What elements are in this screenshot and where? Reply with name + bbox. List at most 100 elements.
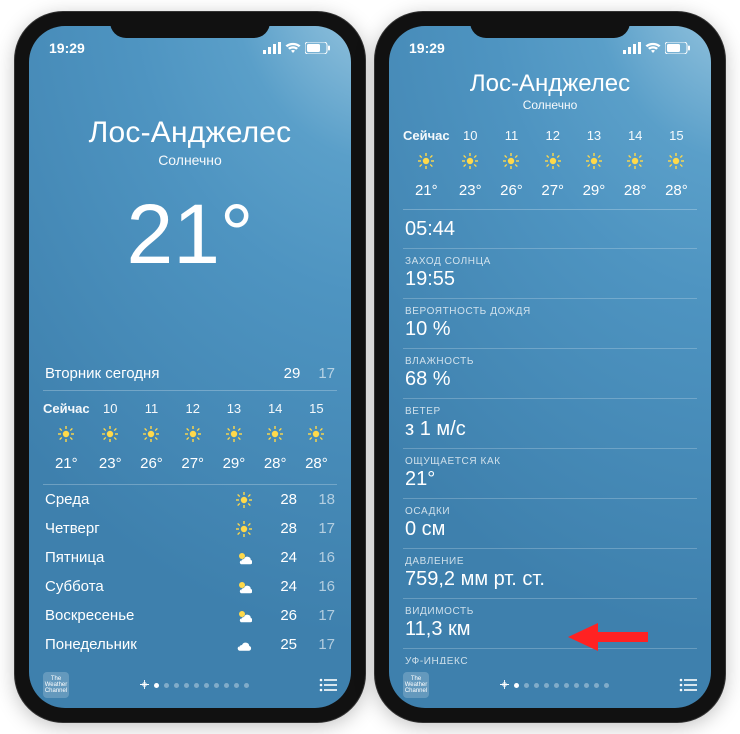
detail-value: 10 % xyxy=(405,318,695,341)
day-name: Понедельник xyxy=(45,636,225,653)
daily-forecast[interactable]: Среда 28 18Четверг 28 17Пятница 24 16Суб… xyxy=(43,485,337,664)
weather-screen-details[interactable]: 19:29 Лос-Анджелес Солнечно Сейчас 21°10… xyxy=(389,26,711,708)
hour-label: 11 xyxy=(505,128,519,143)
weather-channel-logo[interactable]: TheWeatherChannel xyxy=(403,672,429,698)
hour-label: 13 xyxy=(587,128,601,143)
daily-row: Суббота 24 16 xyxy=(43,572,337,601)
hourly-item: 10 23° xyxy=(450,128,491,199)
city-list-icon[interactable] xyxy=(319,678,337,692)
status-icons xyxy=(263,42,331,54)
hour-label: 14 xyxy=(268,401,282,416)
battery-icon xyxy=(305,42,331,54)
hour-temp: 28° xyxy=(264,455,287,472)
day-low: 17 xyxy=(305,607,335,624)
detail-label: УФ-ИНДЕКС xyxy=(405,656,695,664)
detail-value: 759,2 мм рт. ст. xyxy=(405,568,695,591)
hour-label: 12 xyxy=(545,128,559,143)
page-dot xyxy=(214,683,219,688)
detail-row: ОСАДКИ0 см xyxy=(403,499,697,549)
hourly-item: 11 26° xyxy=(131,401,172,472)
hour-temp: 28° xyxy=(624,182,647,199)
hourly-item: 13 29° xyxy=(573,128,614,199)
detail-label: ВЛАЖНОСТЬ xyxy=(405,356,695,367)
detail-row: 05:44 xyxy=(403,210,697,249)
page-dot xyxy=(554,683,559,688)
hour-label: Сейчас xyxy=(43,401,90,416)
day-name: Пятница xyxy=(45,549,225,566)
page-dots[interactable] xyxy=(140,678,249,692)
hour-temp: 21° xyxy=(55,455,78,472)
city-list-icon[interactable] xyxy=(679,678,697,692)
hour-temp: 29° xyxy=(223,455,246,472)
detail-label: ВИДИМОСТЬ xyxy=(405,606,695,617)
detail-value: з 1 м/с xyxy=(405,418,695,441)
detail-row: ВЕТЕРз 1 м/с xyxy=(403,399,697,449)
hourly-item: 12 27° xyxy=(532,128,573,199)
weather-channel-logo[interactable]: TheWeatherChannel xyxy=(43,672,69,698)
wifi-icon xyxy=(645,42,661,54)
sun-icon xyxy=(102,426,118,445)
daily-row: Воскресенье 26 17 xyxy=(43,601,337,630)
weather-icon xyxy=(233,579,255,595)
hour-temp: 27° xyxy=(181,455,204,472)
detail-row: ДАВЛЕНИЕ759,2 мм рт. ст. xyxy=(403,549,697,599)
day-name: Четверг xyxy=(45,520,225,537)
detail-row: ВИДИМОСТЬ11,3 км xyxy=(403,599,697,649)
day-high: 24 xyxy=(263,578,297,595)
page-dot xyxy=(244,683,249,688)
detail-value: 68 % xyxy=(405,368,695,391)
detail-row: ЗАХОД СОЛНЦА19:55 xyxy=(403,249,697,299)
bottom-toolbar: TheWeatherChannel xyxy=(29,664,351,708)
wifi-icon xyxy=(285,42,301,54)
detail-label: ДАВЛЕНИЕ xyxy=(405,556,695,567)
hour-label: Сейчас xyxy=(403,128,450,143)
detail-row: ОЩУЩАЕТСЯ КАК21° xyxy=(403,449,697,499)
day-high: 24 xyxy=(263,549,297,566)
hourly-item: 15 28° xyxy=(296,401,337,472)
hourly-item: 10 23° xyxy=(90,401,131,472)
page-dot xyxy=(174,683,179,688)
city-name: Лос-Анджелес xyxy=(403,70,697,98)
day-high: 28 xyxy=(263,520,297,537)
detail-label: ОСАДКИ xyxy=(405,506,695,517)
sun-icon xyxy=(58,426,74,445)
phone-right: 19:29 Лос-Анджелес Солнечно Сейчас 21°10… xyxy=(375,12,725,722)
hourly-item: 13 29° xyxy=(213,401,254,472)
hour-label: 10 xyxy=(463,128,477,143)
detail-value: 19:55 xyxy=(405,268,695,291)
today-high: 29 xyxy=(284,365,301,382)
detail-row: УФ-ИНДЕКС4 xyxy=(403,649,697,664)
sun-icon xyxy=(226,426,242,445)
page-dot xyxy=(194,683,199,688)
day-high: 28 xyxy=(263,491,297,508)
hour-temp: 28° xyxy=(305,455,328,472)
page-dots[interactable] xyxy=(500,678,609,692)
weather-details[interactable]: 05:44ЗАХОД СОЛНЦА19:55ВЕРОЯТНОСТЬ ДОЖДЯ1… xyxy=(403,210,697,664)
hourly-forecast[interactable]: Сейчас 21°10 23°11 26°12 27°13 29°14 28°… xyxy=(403,126,697,210)
page-dot xyxy=(154,683,159,688)
phone-left: 19:29 Лос-Анджелес Солнечно 21° Вторник … xyxy=(15,12,365,722)
hour-label: 12 xyxy=(185,401,199,416)
today-low: 17 xyxy=(318,365,335,382)
hour-label: 11 xyxy=(145,401,159,416)
city-header: Лос-Анджелес Солнечно 21° xyxy=(43,116,337,283)
hour-temp: 29° xyxy=(583,182,606,199)
notch xyxy=(470,12,630,38)
hour-temp: 21° xyxy=(415,182,438,199)
city-header-compact: Лос-Анджелес Солнечно xyxy=(403,70,697,112)
weather-icon xyxy=(233,637,255,653)
weather-screen-main[interactable]: 19:29 Лос-Анджелес Солнечно 21° Вторник … xyxy=(29,26,351,708)
status-time: 19:29 xyxy=(49,40,85,56)
hour-temp: 26° xyxy=(140,455,163,472)
sun-icon xyxy=(418,153,434,172)
detail-row: ВЕРОЯТНОСТЬ ДОЖДЯ10 % xyxy=(403,299,697,349)
day-name: Воскресенье xyxy=(45,607,225,624)
hour-label: 13 xyxy=(227,401,241,416)
weather-icon xyxy=(233,492,255,508)
weather-icon xyxy=(233,608,255,624)
hourly-item: 15 28° xyxy=(656,128,697,199)
day-high: 26 xyxy=(263,607,297,624)
hourly-forecast[interactable]: Сейчас 21°10 23°11 26°12 27°13 29°14 28°… xyxy=(43,391,337,485)
sun-icon xyxy=(185,426,201,445)
page-dot xyxy=(514,683,519,688)
